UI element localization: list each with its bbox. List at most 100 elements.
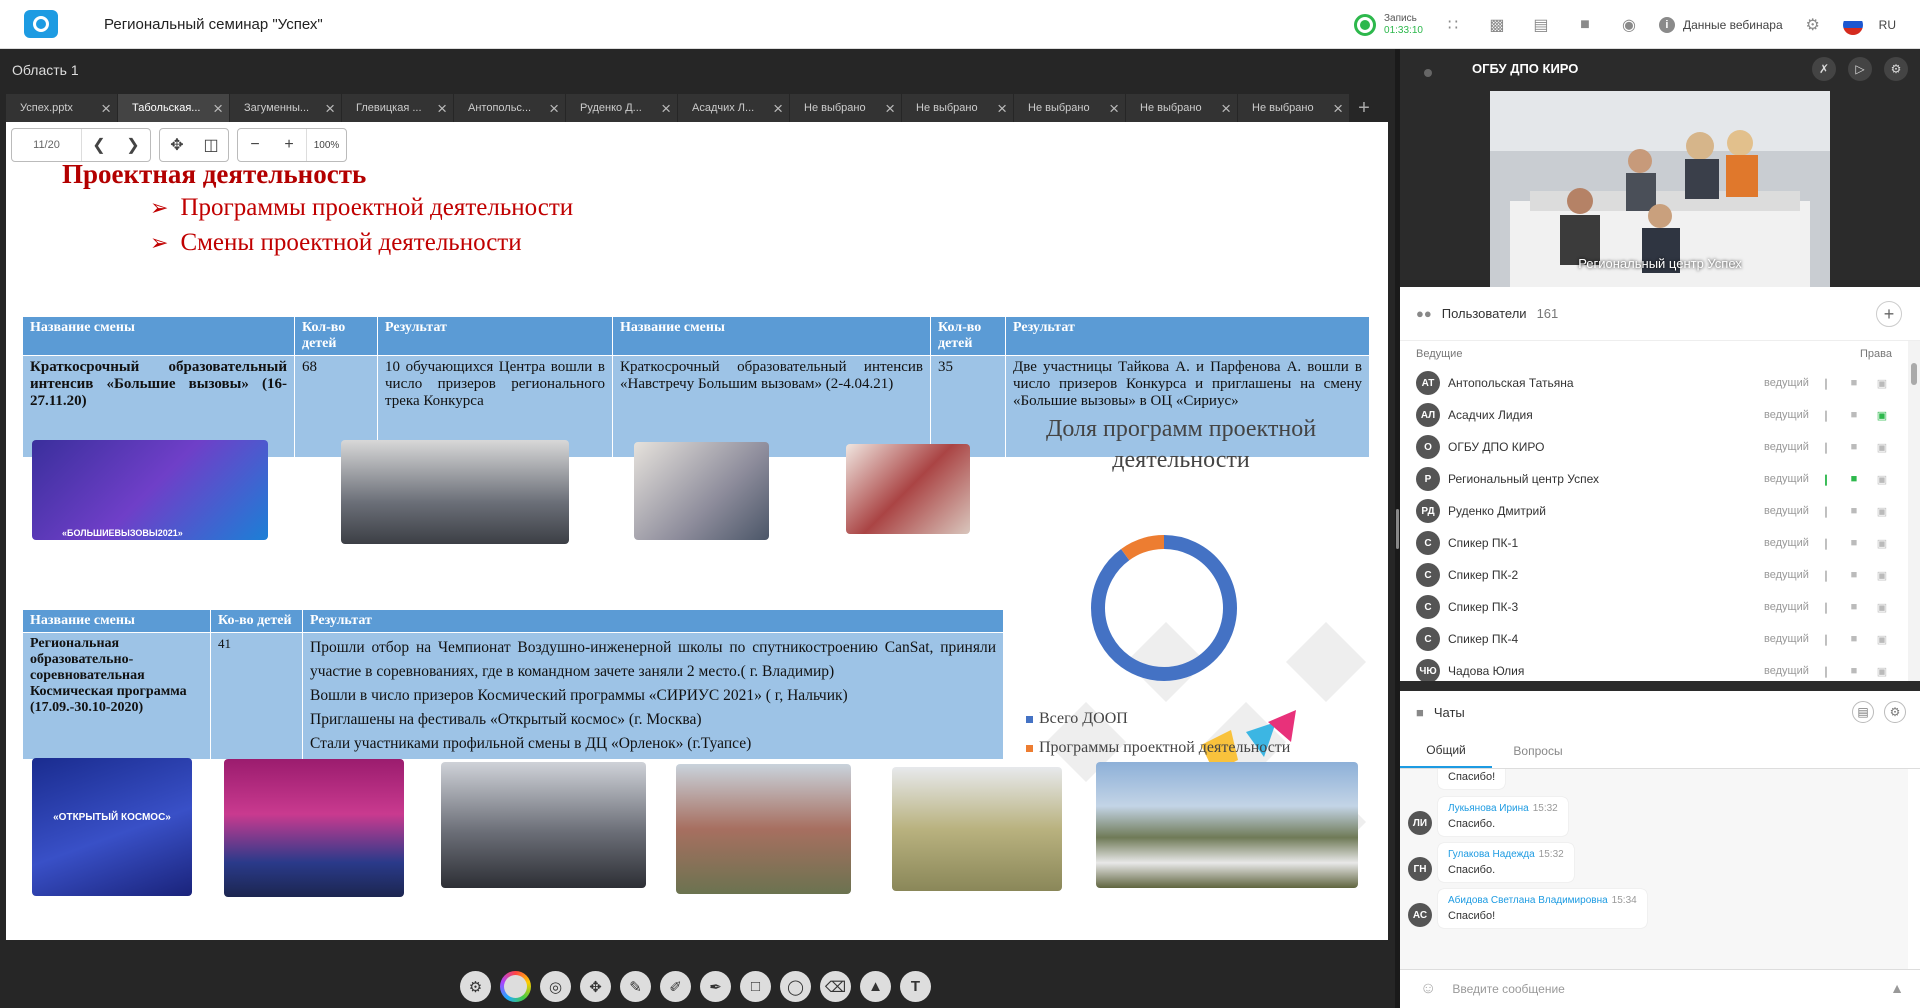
tab-7[interactable]: Не выбрано × bbox=[790, 94, 902, 122]
gear-icon[interactable]: ⚙ bbox=[460, 971, 491, 1002]
text-icon[interactable]: T bbox=[900, 971, 931, 1002]
screen-icon[interactable]: ▣ bbox=[1874, 599, 1890, 615]
folder-icon[interactable]: ■ bbox=[1571, 11, 1599, 39]
eraser-icon[interactable]: ⌫ bbox=[820, 971, 851, 1002]
camera-icon[interactable]: ■ bbox=[1846, 631, 1862, 647]
camera-icon[interactable]: ■ bbox=[1846, 439, 1862, 455]
gear-icon[interactable]: ⚙ bbox=[1884, 701, 1906, 723]
close-icon[interactable]: × bbox=[997, 100, 1007, 117]
user-row[interactable]: Р Региональный центр Успех ведущий ❙ ■ ▣ bbox=[1400, 463, 1908, 495]
camera-icon[interactable]: ■ bbox=[1846, 567, 1862, 583]
mic-icon[interactable]: ❙ bbox=[1818, 631, 1834, 647]
document-icon[interactable]: ▤ bbox=[1527, 11, 1555, 39]
fit-width-icon[interactable]: ◫ bbox=[194, 129, 228, 161]
mic-icon[interactable]: ❙ bbox=[1818, 407, 1834, 423]
screen-icon[interactable]: ▣ bbox=[1874, 375, 1890, 391]
presentation-icon[interactable]: ▩ bbox=[1483, 11, 1511, 39]
mic-icon[interactable]: ❙ bbox=[1818, 503, 1834, 519]
mic-icon[interactable]: ❙ bbox=[1818, 599, 1834, 615]
language-label[interactable]: RU bbox=[1879, 18, 1896, 32]
gear-icon[interactable]: ⚙ bbox=[1884, 57, 1908, 81]
camera-icon[interactable]: ■ bbox=[1846, 663, 1862, 679]
color-picker-icon[interactable] bbox=[500, 971, 531, 1002]
close-icon[interactable]: × bbox=[101, 100, 111, 117]
tab-6[interactable]: Асадчих Л... × bbox=[678, 94, 790, 122]
screen-icon[interactable]: ▣ bbox=[1874, 535, 1890, 551]
move-icon[interactable]: ✥ bbox=[160, 129, 194, 161]
close-icon[interactable]: × bbox=[549, 100, 559, 117]
screen-icon[interactable]: ▣ bbox=[1874, 471, 1890, 487]
close-icon[interactable]: × bbox=[1109, 100, 1119, 117]
camera-icon[interactable]: ■ bbox=[1846, 503, 1862, 519]
trash-icon[interactable]: ▲ bbox=[860, 971, 891, 1002]
prev-slide-button[interactable]: ❮ bbox=[82, 129, 116, 161]
video-feed[interactable]: Региональный центр Успех bbox=[1490, 91, 1830, 287]
crop-icon[interactable]: □ bbox=[740, 971, 771, 1002]
screen-icon[interactable]: ▣ bbox=[1874, 407, 1890, 423]
users-scrollbar[interactable] bbox=[1908, 341, 1920, 681]
tab-general[interactable]: Общий bbox=[1400, 733, 1492, 768]
close-icon[interactable]: × bbox=[213, 100, 223, 117]
camera-icon[interactable]: ■ bbox=[1846, 535, 1862, 551]
chat-input[interactable]: Введите сообщение bbox=[1452, 982, 1565, 996]
add-user-button[interactable]: + bbox=[1876, 301, 1902, 327]
user-row[interactable]: О ОГБУ ДПО КИРО ведущий ❙ ■ ▣ bbox=[1400, 431, 1908, 463]
user-row[interactable]: С Спикер ПК-1 ведущий ❙ ■ ▣ bbox=[1400, 527, 1908, 559]
user-row[interactable]: АЛ Асадчих Лидия ведущий ❙ ■ ▣ bbox=[1400, 399, 1908, 431]
panel-divider[interactable] bbox=[1400, 681, 1920, 691]
zoom-in-button[interactable]: + bbox=[272, 129, 306, 161]
tab-0[interactable]: Успех.pptx × bbox=[6, 94, 118, 122]
mic-icon[interactable]: ❙ bbox=[1818, 567, 1834, 583]
emoji-icon[interactable]: ☺ bbox=[1420, 980, 1436, 998]
close-icon[interactable]: × bbox=[325, 100, 335, 117]
tab-2[interactable]: Загуменны... × bbox=[230, 94, 342, 122]
russia-flag-icon[interactable] bbox=[1842, 14, 1863, 35]
user-row[interactable]: АТ Антопольская Татьяна ведущий ❙ ■ ▣ bbox=[1400, 367, 1908, 399]
zoom-level[interactable]: 100% bbox=[306, 129, 346, 161]
close-icon[interactable]: × bbox=[1221, 100, 1231, 117]
close-icon[interactable]: × bbox=[661, 100, 671, 117]
close-icon[interactable]: × bbox=[437, 100, 447, 117]
next-slide-button[interactable]: ❯ bbox=[116, 129, 150, 161]
zoom-out-button[interactable]: − bbox=[238, 129, 272, 161]
tab-11[interactable]: Не выбрано × bbox=[1238, 94, 1350, 122]
pen-icon[interactable]: ✒ bbox=[700, 971, 731, 1002]
mic-icon[interactable]: ❙ bbox=[1818, 535, 1834, 551]
pointer-icon[interactable]: ◎ bbox=[540, 971, 571, 1002]
marker-icon[interactable]: ✐ bbox=[660, 971, 691, 1002]
screen-icon[interactable]: ▣ bbox=[1874, 439, 1890, 455]
user-row[interactable]: С Спикер ПК-2 ведущий ❙ ■ ▣ bbox=[1400, 559, 1908, 591]
page-indicator[interactable]: 11/20 bbox=[12, 129, 82, 161]
tab-questions[interactable]: Вопросы bbox=[1492, 733, 1584, 768]
user-row[interactable]: РД Руденко Дмитрий ведущий ❙ ■ ▣ bbox=[1400, 495, 1908, 527]
add-tab-icon[interactable]: + bbox=[1350, 94, 1378, 122]
move-icon[interactable]: ✥ bbox=[580, 971, 611, 1002]
user-row[interactable]: С Спикер ПК-3 ведущий ❙ ■ ▣ bbox=[1400, 591, 1908, 623]
camera-icon[interactable]: ■ bbox=[1846, 599, 1862, 615]
screen-icon[interactable]: ▣ bbox=[1874, 567, 1890, 583]
tab-4[interactable]: Антопольс... × bbox=[454, 94, 566, 122]
screen-icon[interactable]: ▣ bbox=[1874, 663, 1890, 679]
camera-icon[interactable]: ■ bbox=[1846, 375, 1862, 391]
tab-8[interactable]: Не выбрано × bbox=[902, 94, 1014, 122]
mic-icon[interactable]: ❙ bbox=[1818, 375, 1834, 391]
tab-10[interactable]: Не выбрано × bbox=[1126, 94, 1238, 122]
camera-icon[interactable]: ■ bbox=[1846, 471, 1862, 487]
send-icon[interactable]: ▲ bbox=[1890, 980, 1904, 996]
close-icon[interactable]: × bbox=[1333, 100, 1343, 117]
brush-icon[interactable]: ✎ bbox=[620, 971, 651, 1002]
camera-off-icon[interactable]: ▷ bbox=[1848, 57, 1872, 81]
mic-icon[interactable]: ❙ bbox=[1818, 439, 1834, 455]
screen-icon[interactable]: ▣ bbox=[1874, 503, 1890, 519]
webinar-data-button[interactable]: i Данные вебинара bbox=[1658, 16, 1783, 33]
gear-icon[interactable]: ⚙ bbox=[1799, 11, 1827, 39]
chat-export-icon[interactable]: ▤ bbox=[1852, 701, 1874, 723]
shape-icon[interactable]: ◯ bbox=[780, 971, 811, 1002]
tab-1[interactable]: Табольская... × bbox=[118, 94, 230, 122]
close-icon[interactable]: × bbox=[773, 100, 783, 117]
tab-3[interactable]: Глевицкая ... × bbox=[342, 94, 454, 122]
camera-icon[interactable]: ■ bbox=[1846, 407, 1862, 423]
user-settings-icon[interactable]: ◉ bbox=[1615, 11, 1643, 39]
record-indicator[interactable]: Запись 01:33:10 bbox=[1354, 13, 1423, 37]
tab-9[interactable]: Не выбрано × bbox=[1014, 94, 1126, 122]
